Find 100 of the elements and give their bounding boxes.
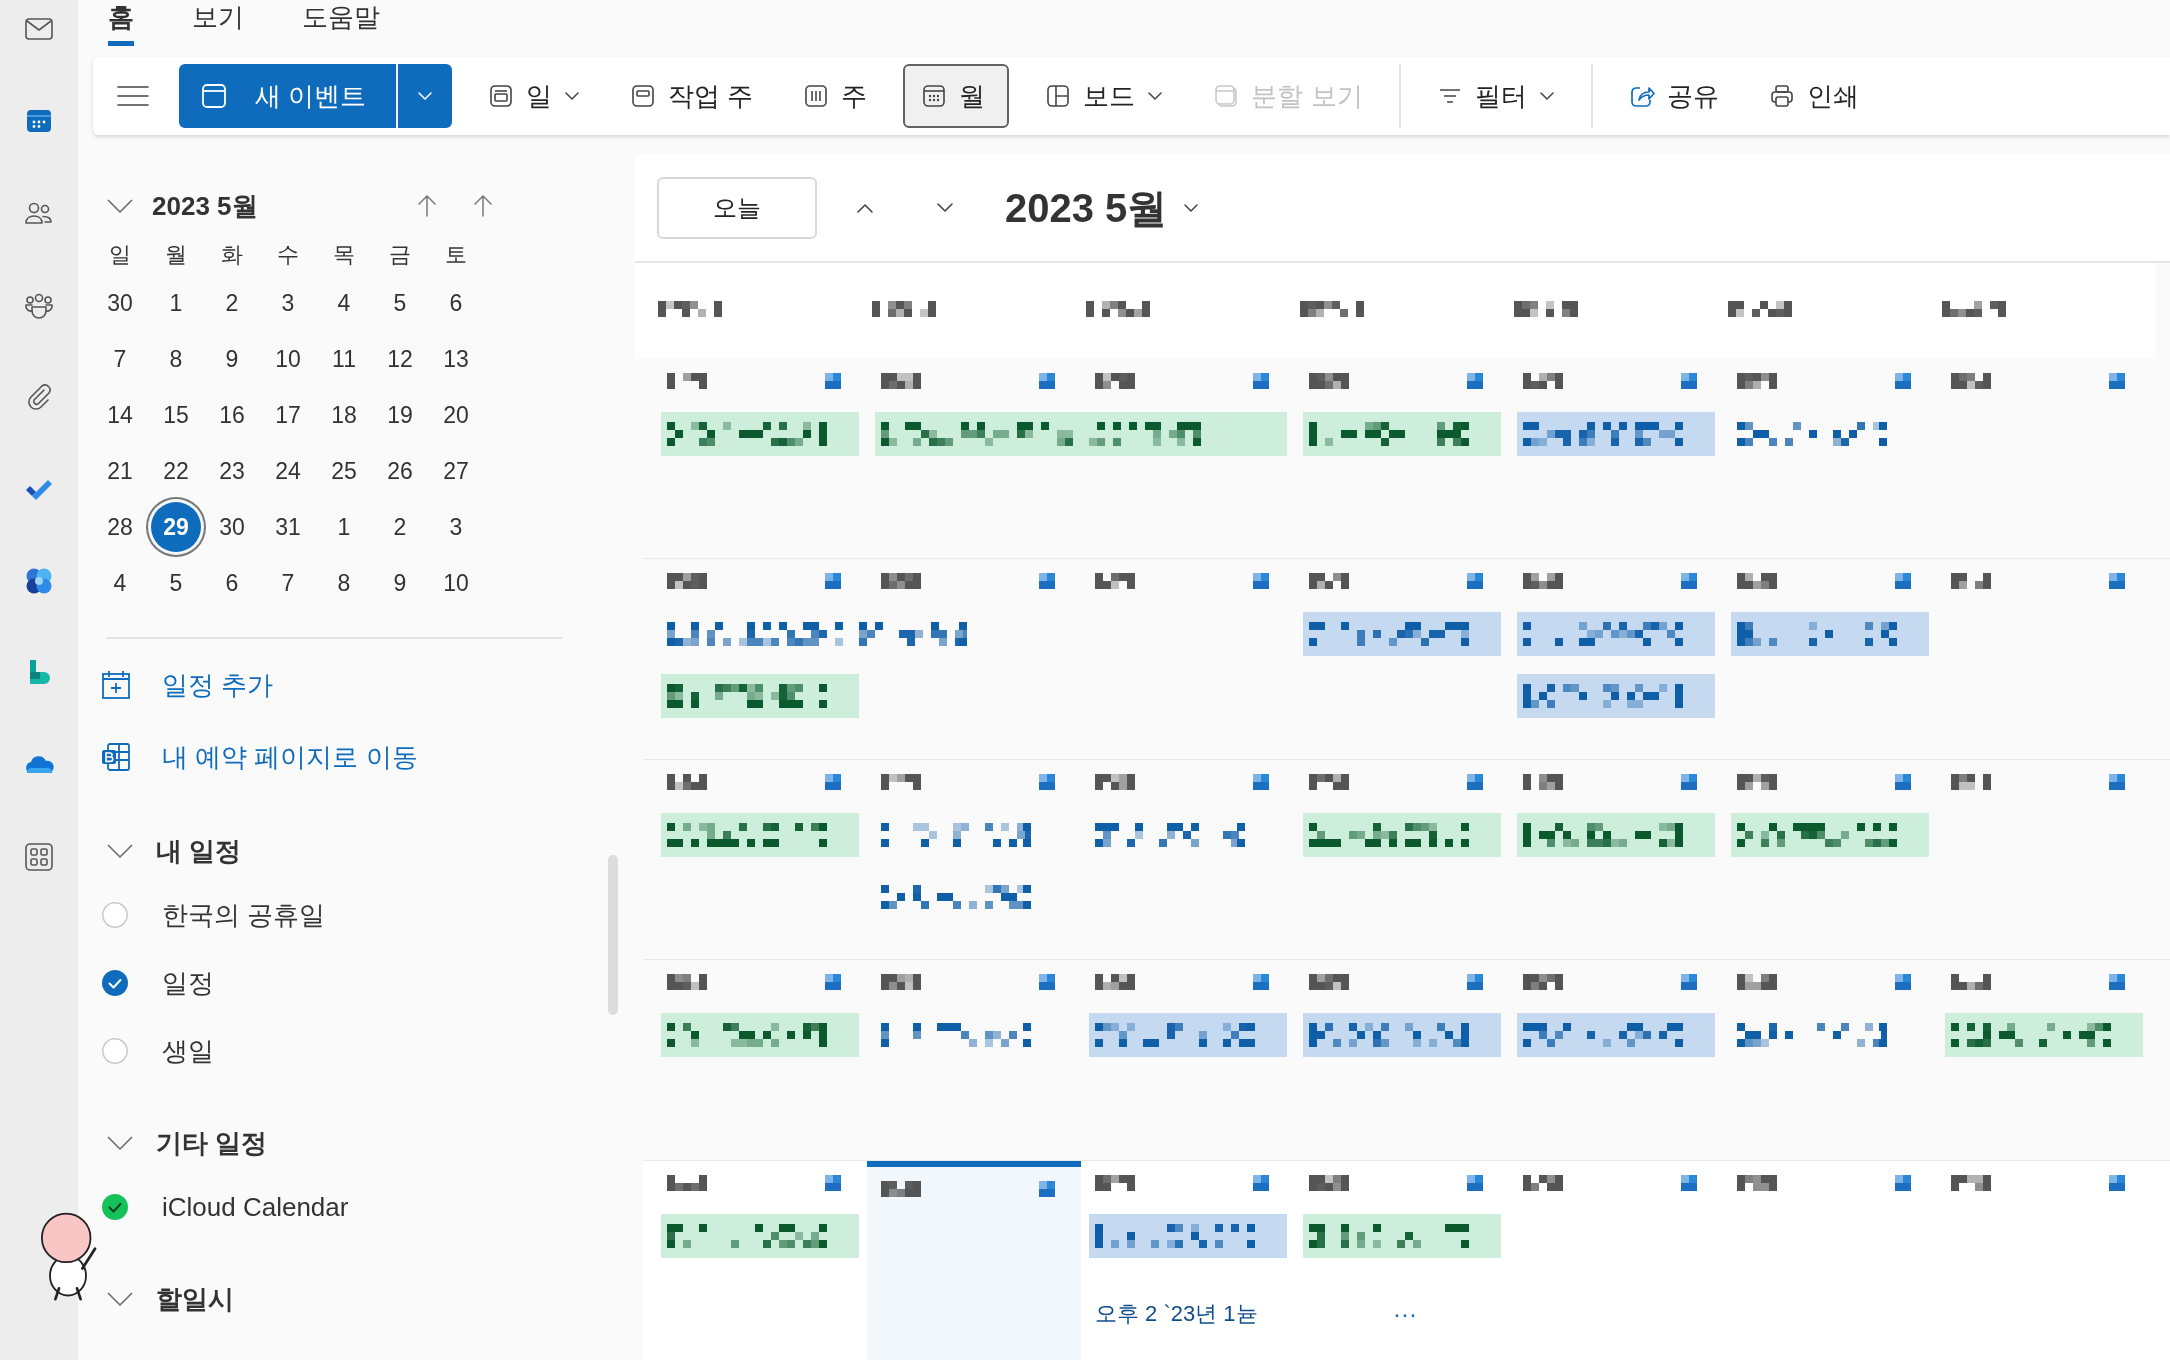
- ribbon-tab[interactable]: 홈: [108, 0, 134, 46]
- date-cell[interactable]: 1: [319, 502, 369, 552]
- event-block[interactable]: [1303, 1013, 1501, 1058]
- date-cell[interactable]: 31: [263, 502, 313, 552]
- view-button[interactable]: 주: [789, 64, 882, 128]
- date-cell[interactable]: 16: [207, 390, 257, 440]
- date-cell[interactable]: 10: [431, 558, 481, 608]
- redacted-icon: [1895, 773, 1911, 790]
- event-block[interactable]: [1303, 1213, 1501, 1258]
- date-cell[interactable]: 30: [95, 278, 145, 328]
- date-cell[interactable]: 17: [263, 390, 313, 440]
- redacted-icon: [2109, 373, 2125, 389]
- new-event-button[interactable]: 새 이벤트: [179, 64, 397, 128]
- date-cell[interactable]: 1: [151, 278, 201, 328]
- event-block[interactable]: [1517, 412, 1715, 456]
- date-cell[interactable]: 11: [319, 334, 369, 384]
- event-block[interactable]: [661, 1013, 859, 1058]
- checkbox[interactable]: [101, 1193, 129, 1221]
- section-title[interactable]: 내 일정: [156, 833, 242, 869]
- event-block[interactable]: [661, 1213, 859, 1258]
- ribbon-tab[interactable]: 보기: [192, 0, 244, 46]
- date-cell[interactable]: 5: [151, 558, 201, 608]
- toolbar-button[interactable]: 인쇄: [1754, 64, 1873, 128]
- date-cell[interactable]: 20: [431, 390, 481, 440]
- event-block[interactable]: [1517, 612, 1715, 657]
- split-view-icon: [1213, 83, 1240, 109]
- date-cell[interactable]: 4: [95, 558, 145, 608]
- date-cell[interactable]: 23: [207, 446, 257, 496]
- event-block[interactable]: [661, 412, 859, 456]
- date-cell[interactable]: 8: [151, 334, 201, 384]
- event-block[interactable]: [1945, 1013, 2143, 1058]
- toolbar-button[interactable]: 필터: [1422, 64, 1569, 128]
- event-block[interactable]: [1517, 1013, 1715, 1058]
- link[interactable]: 일정 추가: [162, 667, 274, 703]
- event-block[interactable]: [875, 412, 1287, 456]
- scrollbar-thumb[interactable]: [608, 855, 618, 1015]
- date-cell[interactable]: 5: [375, 278, 425, 328]
- dropdown-button[interactable]: [396, 64, 453, 128]
- redacted-icon: [1039, 974, 1055, 991]
- today-button[interactable]: 오늘: [657, 177, 817, 239]
- arrow-up-icon[interactable]: [415, 193, 439, 219]
- date-cell[interactable]: 8: [319, 558, 369, 608]
- date-cell[interactable]: 27: [431, 446, 481, 496]
- date-cell[interactable]: 28: [95, 502, 145, 552]
- date-cell[interactable]: 14: [95, 390, 145, 440]
- date-cell[interactable]: 3: [431, 502, 481, 552]
- date-cell[interactable]: 12: [375, 334, 425, 384]
- date-cell[interactable]: 13: [431, 334, 481, 384]
- event-block[interactable]: [1517, 674, 1715, 719]
- checkbox[interactable]: [101, 969, 129, 997]
- date-cell[interactable]: 7: [95, 334, 145, 384]
- date-cell[interactable]: 3: [263, 278, 313, 328]
- date-cell[interactable]: 19: [375, 390, 425, 440]
- view-button[interactable]: 일: [474, 64, 595, 128]
- view-button[interactable]: 보드: [1031, 64, 1178, 128]
- more-events-link[interactable]: ···: [1387, 1298, 1417, 1329]
- date-cell[interactable]: 26: [375, 446, 425, 496]
- date-cell[interactable]: 22: [151, 446, 201, 496]
- checkbox[interactable]: [101, 901, 129, 929]
- date-cell[interactable]: 10: [263, 334, 313, 384]
- view-button[interactable]: 작업 주: [616, 64, 768, 128]
- date-cell[interactable]: 25: [319, 446, 369, 496]
- calendar-icon: [201, 83, 227, 109]
- ribbon-tab[interactable]: 도움말: [302, 0, 380, 46]
- event-block[interactable]: [1731, 812, 1929, 857]
- date-cell[interactable]: 15: [151, 390, 201, 440]
- toolbar-button[interactable]: 공유: [1614, 64, 1733, 128]
- date-cell[interactable]: 9: [375, 558, 425, 608]
- redacted-icon: [1039, 773, 1055, 790]
- view-button[interactable]: 월: [903, 64, 1010, 128]
- event-block[interactable]: [1089, 1213, 1287, 1258]
- date-cell[interactable]: 30: [207, 502, 257, 552]
- date-cell[interactable]: 2: [207, 278, 257, 328]
- date-cell[interactable]: 9: [207, 334, 257, 384]
- redacted-icon: [1253, 573, 1269, 590]
- section-title[interactable]: 기타 일정: [156, 1125, 268, 1161]
- event-block[interactable]: [1303, 612, 1501, 657]
- date-cell[interactable]: 6: [207, 558, 257, 608]
- link[interactable]: 내 예약 페이지로 이동: [162, 739, 418, 775]
- checkbox[interactable]: [101, 1037, 129, 1065]
- apps-icon[interactable]: [23, 841, 55, 873]
- event-block[interactable]: [1517, 812, 1715, 857]
- month-picker[interactable]: 2023 5월: [1005, 180, 1200, 236]
- date-cell[interactable]: 24: [263, 446, 313, 496]
- redacted-icon: [2109, 974, 2125, 991]
- date-cell[interactable]: 6: [431, 278, 481, 328]
- event-block[interactable]: [1731, 612, 1929, 657]
- week-view-icon: [803, 83, 830, 109]
- event-block[interactable]: [1303, 812, 1501, 857]
- date-cell[interactable]: 2: [375, 502, 425, 552]
- date-cell[interactable]: 4: [319, 278, 369, 328]
- event-block[interactable]: [661, 812, 859, 857]
- redacted-icon: [1467, 573, 1483, 590]
- event-block[interactable]: [661, 674, 859, 719]
- date-cell[interactable]: 7: [263, 558, 313, 608]
- event-block[interactable]: [1303, 412, 1501, 456]
- event-block[interactable]: [1089, 1013, 1287, 1058]
- date-cell[interactable]: 18: [319, 390, 369, 440]
- section-title[interactable]: 할일시: [156, 1281, 234, 1317]
- date-cell[interactable]: 21: [95, 446, 145, 496]
